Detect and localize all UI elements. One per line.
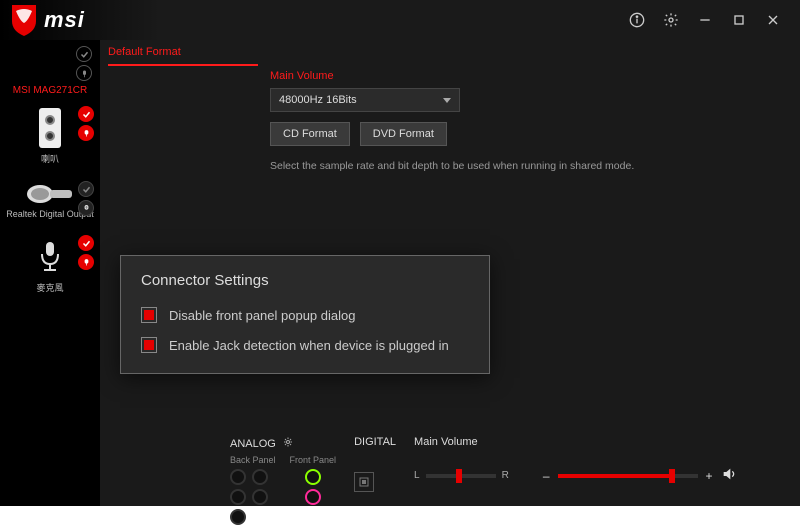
device-icon bbox=[76, 65, 92, 81]
jack-front-green[interactable] bbox=[305, 469, 321, 485]
sidebar-device-digital[interactable]: Realtek Digital Output bbox=[0, 183, 100, 219]
microphone-icon bbox=[30, 237, 70, 277]
section-title: Main Volume bbox=[270, 70, 780, 82]
status-active-icon bbox=[78, 106, 94, 122]
speakers-icon bbox=[39, 108, 61, 148]
status-mic-icon bbox=[78, 125, 94, 141]
digital-section: DIGITAL bbox=[354, 436, 396, 492]
status-active-icon bbox=[78, 181, 94, 197]
status-mic-icon bbox=[78, 254, 94, 270]
optical-icon bbox=[26, 183, 74, 205]
jack-back-2[interactable] bbox=[252, 469, 268, 485]
tab-row: Default Format bbox=[100, 40, 800, 66]
status-mic-icon bbox=[78, 200, 94, 216]
info-icon bbox=[629, 12, 645, 28]
jack-front-pink[interactable] bbox=[305, 489, 321, 505]
balance-right-label: R bbox=[502, 470, 509, 481]
sample-rate-select[interactable]: 48000Hz 16Bits bbox=[270, 88, 460, 112]
sidebar-monitor-label: MSI MAG271CR bbox=[13, 85, 87, 96]
digital-label: DIGITAL bbox=[354, 436, 396, 448]
sidebar-device-speakers[interactable]: 喇叭 bbox=[0, 108, 100, 165]
check-icon bbox=[76, 46, 92, 62]
volume-plus[interactable]: + bbox=[706, 469, 713, 483]
msi-shield-icon bbox=[10, 3, 38, 37]
jack-back-5[interactable] bbox=[230, 509, 246, 525]
device-label: 喇叭 bbox=[0, 152, 100, 165]
device-label: 麥克風 bbox=[0, 281, 100, 294]
content: Main Volume 48000Hz 16Bits CD Format DVD… bbox=[100, 66, 800, 172]
chevron-down-icon bbox=[443, 98, 451, 103]
close-icon bbox=[765, 12, 781, 28]
cd-format-button[interactable]: CD Format bbox=[270, 122, 350, 146]
connector-settings-popup: Connector Settings Disable front panel p… bbox=[120, 255, 490, 374]
gear-icon bbox=[663, 12, 679, 28]
minimize-icon bbox=[697, 12, 713, 28]
front-panel-label: Front Panel bbox=[290, 455, 337, 465]
checkbox-label: Disable front panel popup dialog bbox=[169, 308, 355, 323]
volume-slider[interactable] bbox=[558, 474, 698, 478]
brand-text: msi bbox=[44, 7, 85, 33]
maximize-icon bbox=[731, 12, 747, 28]
tab-default-format[interactable]: Default Format bbox=[108, 42, 258, 66]
analog-section: ANALOG Back Panel Front Panel bbox=[230, 436, 336, 525]
settings-button[interactable] bbox=[654, 3, 688, 37]
titlebar: msi bbox=[0, 0, 800, 40]
analog-settings-button[interactable] bbox=[282, 436, 294, 451]
maximize-button[interactable] bbox=[722, 3, 756, 37]
main-volume-label: Main Volume bbox=[414, 436, 788, 448]
volume-section: Main Volume L R – + bbox=[414, 436, 788, 485]
status-active-icon bbox=[78, 235, 94, 251]
dvd-format-button[interactable]: DVD Format bbox=[360, 122, 447, 146]
analog-label: ANALOG bbox=[230, 438, 276, 450]
bottombar: ANALOG Back Panel Front Panel bbox=[100, 426, 800, 506]
checkbox-enable-jack-detection[interactable] bbox=[141, 337, 157, 353]
sidebar: MSI MAG271CR 喇叭 Realtek Digit bbox=[0, 40, 100, 506]
mute-button[interactable] bbox=[721, 466, 737, 485]
balance-left-label: L bbox=[414, 470, 420, 481]
minimize-button[interactable] bbox=[688, 3, 722, 37]
balance-slider[interactable]: L R bbox=[414, 470, 509, 481]
app-window: msi MSI MAG271CR bbox=[0, 0, 800, 506]
info-button[interactable] bbox=[620, 3, 654, 37]
checkbox-label: Enable Jack detection when device is plu… bbox=[169, 338, 449, 353]
digital-output-jack[interactable] bbox=[354, 472, 374, 492]
sidebar-device-mic[interactable]: 麥克風 bbox=[0, 237, 100, 294]
jack-back-1[interactable] bbox=[230, 469, 246, 485]
volume-minus[interactable]: – bbox=[543, 469, 550, 483]
jack-back-3[interactable] bbox=[230, 489, 246, 505]
popup-title: Connector Settings bbox=[141, 272, 469, 289]
jack-back-4[interactable] bbox=[252, 489, 268, 505]
brand-logo: msi bbox=[10, 3, 85, 37]
checkbox-disable-front-popup[interactable] bbox=[141, 307, 157, 323]
close-button[interactable] bbox=[756, 3, 790, 37]
hint-text: Select the sample rate and bit depth to … bbox=[270, 160, 780, 172]
select-value: 48000Hz 16Bits bbox=[279, 94, 357, 106]
back-panel-label: Back Panel bbox=[230, 455, 276, 465]
sidebar-top-status bbox=[76, 46, 92, 81]
